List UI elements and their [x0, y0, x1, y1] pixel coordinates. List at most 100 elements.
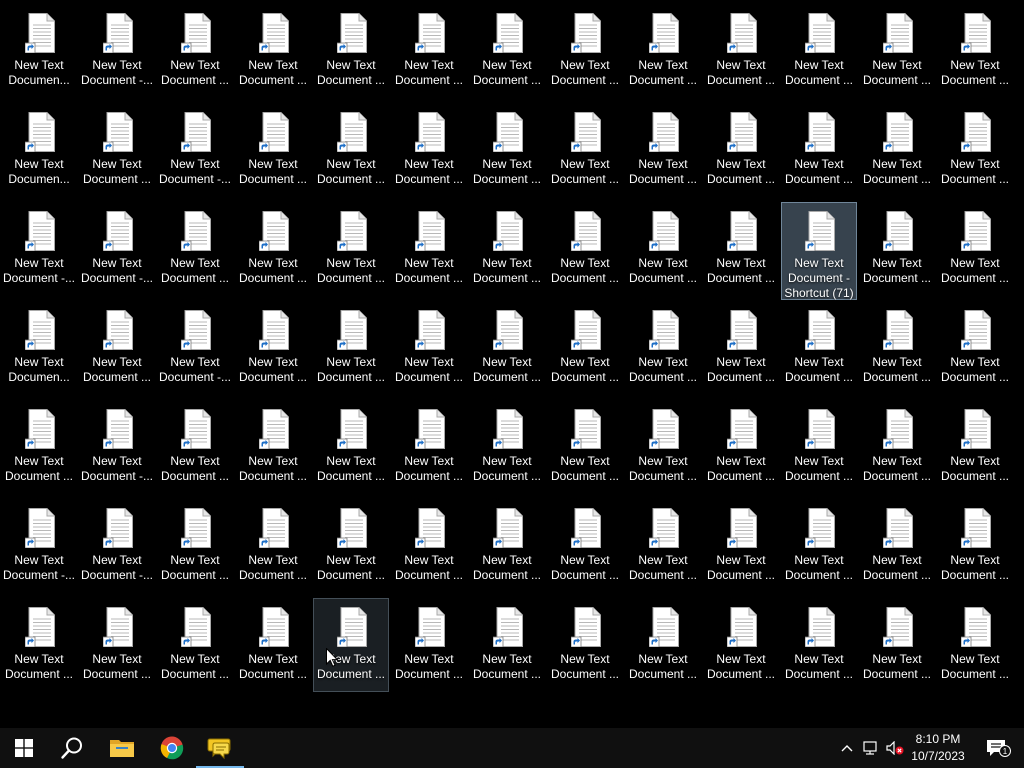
desktop-icon[interactable]: New Text Document ... [937, 103, 1013, 197]
desktop-icon[interactable]: New Text Document ... [781, 499, 857, 593]
desktop-icon[interactable]: New Text Document ... [313, 301, 389, 395]
desktop-icon[interactable]: New Text Document -... [157, 301, 233, 395]
desktop-icon[interactable]: New Text Document ... [937, 598, 1013, 692]
desktop-icon[interactable]: New Text Document -... [79, 400, 155, 494]
desktop-icon[interactable]: New Text Document ... [625, 499, 701, 593]
desktop-icon[interactable]: New Text Document ... [781, 301, 857, 395]
desktop-icon[interactable]: New Text Document ... [313, 202, 389, 296]
desktop-icon[interactable]: New Text Document ... [157, 400, 233, 494]
desktop-icon[interactable]: New Text Document ... [235, 400, 311, 494]
desktop-icon[interactable]: New Text Document ... [469, 202, 545, 296]
desktop-icon[interactable]: New Text Document ... [469, 598, 545, 692]
desktop-icon[interactable]: New Text Documen... [1, 4, 77, 98]
desktop-icon[interactable]: New Text Document ... [703, 103, 779, 197]
desktop-icon[interactable]: New Text Document ... [625, 4, 701, 98]
desktop-icon[interactable]: New Text Document ... [391, 103, 467, 197]
desktop-icon[interactable]: New Text Document ... [781, 4, 857, 98]
desktop-icon[interactable]: New Text Document ... [703, 4, 779, 98]
desktop-icon[interactable]: New Text Document -... [157, 103, 233, 197]
desktop-icon[interactable]: New Text Document ... [157, 598, 233, 692]
desktop-icon[interactable]: New Text Document ... [937, 301, 1013, 395]
desktop-icon[interactable]: New Text Document ... [313, 4, 389, 98]
desktop-icon[interactable]: New Text Document ... [937, 202, 1013, 296]
desktop-icon[interactable]: New Text Document ... [781, 103, 857, 197]
desktop-icon[interactable]: New Text Document ... [547, 103, 623, 197]
desktop-icon[interactable]: New Text Document ... [937, 4, 1013, 98]
desktop-icon[interactable]: New Text Document ... [859, 4, 935, 98]
desktop-icon[interactable]: New Text Document ... [469, 499, 545, 593]
desktop-icon[interactable]: New Text Document ... [625, 301, 701, 395]
desktop-icon[interactable]: New Text Document ... [313, 400, 389, 494]
desktop-icon[interactable]: New Text Documen... [1, 301, 77, 395]
network-button[interactable] [860, 728, 882, 768]
desktop-icon[interactable]: New Text Document ... [235, 499, 311, 593]
desktop[interactable]: New Text Documen... New Text Document -... N… [0, 0, 1024, 728]
desktop-icon[interactable]: New Text Document ... [937, 499, 1013, 593]
taskbar-chat-app[interactable] [196, 728, 244, 768]
desktop-icon[interactable]: New Text Document ... [625, 400, 701, 494]
desktop-icon[interactable]: New Text Document ... [781, 400, 857, 494]
volume-button[interactable] [884, 728, 906, 768]
desktop-icon[interactable]: New Text Document ... [235, 202, 311, 296]
desktop-icon[interactable]: New Text Document ... [547, 499, 623, 593]
desktop-icon[interactable]: New Text Document ... [859, 301, 935, 395]
desktop-icon[interactable]: New Text Document ... [469, 301, 545, 395]
desktop-icon[interactable]: New Text Document ... [859, 202, 935, 296]
desktop-icon[interactable]: New Text Document ... [547, 598, 623, 692]
desktop-icon[interactable]: New Text Document ... [79, 103, 155, 197]
desktop-icon[interactable]: New Text Document ... [1, 400, 77, 494]
desktop-icon[interactable]: New Text Document -... [79, 4, 155, 98]
desktop-icon[interactable]: New Text Document ... [937, 400, 1013, 494]
desktop-icon[interactable]: New Text Document ... [703, 301, 779, 395]
desktop-icon[interactable]: New Text Document -... [79, 499, 155, 593]
desktop-icon[interactable]: New Text Document ... [547, 4, 623, 98]
desktop-icon[interactable]: New Text Document ... [313, 598, 389, 692]
desktop-icon[interactable]: New Text Document ... [79, 301, 155, 395]
desktop-icon[interactable]: New Text Document ... [391, 4, 467, 98]
desktop-icon[interactable]: New Text Document ... [313, 499, 389, 593]
taskbar-file-explorer[interactable] [98, 728, 146, 768]
desktop-icon[interactable]: New Text Document ... [859, 400, 935, 494]
desktop-icon[interactable]: New Text Document ... [391, 499, 467, 593]
desktop-icon[interactable]: New Text Document ... [79, 598, 155, 692]
desktop-icon[interactable]: New Text Document ... [859, 103, 935, 197]
desktop-icon[interactable]: New Text Document ... [235, 103, 311, 197]
desktop-icon[interactable]: New Text Document ... [391, 202, 467, 296]
desktop-icon[interactable]: New Text Document ... [703, 202, 779, 296]
desktop-icon[interactable]: New Text Document ... [859, 598, 935, 692]
taskbar-chrome[interactable] [148, 728, 196, 768]
desktop-icon[interactable]: New Text Document ... [469, 103, 545, 197]
desktop-icon[interactable]: New Text Document -... [79, 202, 155, 296]
desktop-icon[interactable]: New Text Document ... [859, 499, 935, 593]
desktop-icon[interactable]: New Text Document ... [547, 202, 623, 296]
desktop-icon[interactable]: New Text Document ... [703, 598, 779, 692]
desktop-icon[interactable]: New Text Document ... [313, 103, 389, 197]
taskbar-clock[interactable]: 8:10 PM 10/7/2023 [904, 728, 972, 768]
show-hidden-icons-button[interactable] [836, 728, 858, 768]
desktop-icon[interactable]: New Text Document ... [157, 499, 233, 593]
desktop-icon[interactable]: New Text Document ... [625, 598, 701, 692]
desktop-icon[interactable]: New Text Document ... [157, 4, 233, 98]
desktop-icon[interactable]: New Text Document -... [1, 202, 77, 296]
desktop-icon[interactable]: New Text Document ... [469, 4, 545, 98]
desktop-icon[interactable]: New Text Document - Shortcut (71) [781, 202, 857, 300]
desktop-icon[interactable]: New Text Document ... [235, 301, 311, 395]
desktop-icon[interactable]: New Text Document ... [235, 598, 311, 692]
desktop-icon[interactable]: New Text Document ... [391, 301, 467, 395]
desktop-icon[interactable]: New Text Document ... [703, 499, 779, 593]
desktop-icon[interactable]: New Text Document ... [625, 103, 701, 197]
desktop-icon[interactable]: New Text Document ... [703, 400, 779, 494]
start-button[interactable] [0, 728, 48, 768]
desktop-icon[interactable]: New Text Documen... [1, 103, 77, 197]
desktop-icon[interactable]: New Text Document ... [235, 4, 311, 98]
notification-center-button[interactable]: 1 [978, 728, 1018, 768]
desktop-icon[interactable]: New Text Document ... [391, 400, 467, 494]
desktop-icon[interactable]: New Text Document ... [547, 400, 623, 494]
desktop-icon[interactable]: New Text Document ... [469, 400, 545, 494]
search-button[interactable] [48, 728, 96, 768]
desktop-icon[interactable]: New Text Document ... [391, 598, 467, 692]
desktop-icon[interactable]: New Text Document ... [1, 598, 77, 692]
desktop-icon[interactable]: New Text Document ... [547, 301, 623, 395]
desktop-icon[interactable]: New Text Document -... [1, 499, 77, 593]
desktop-icon[interactable]: New Text Document ... [781, 598, 857, 692]
